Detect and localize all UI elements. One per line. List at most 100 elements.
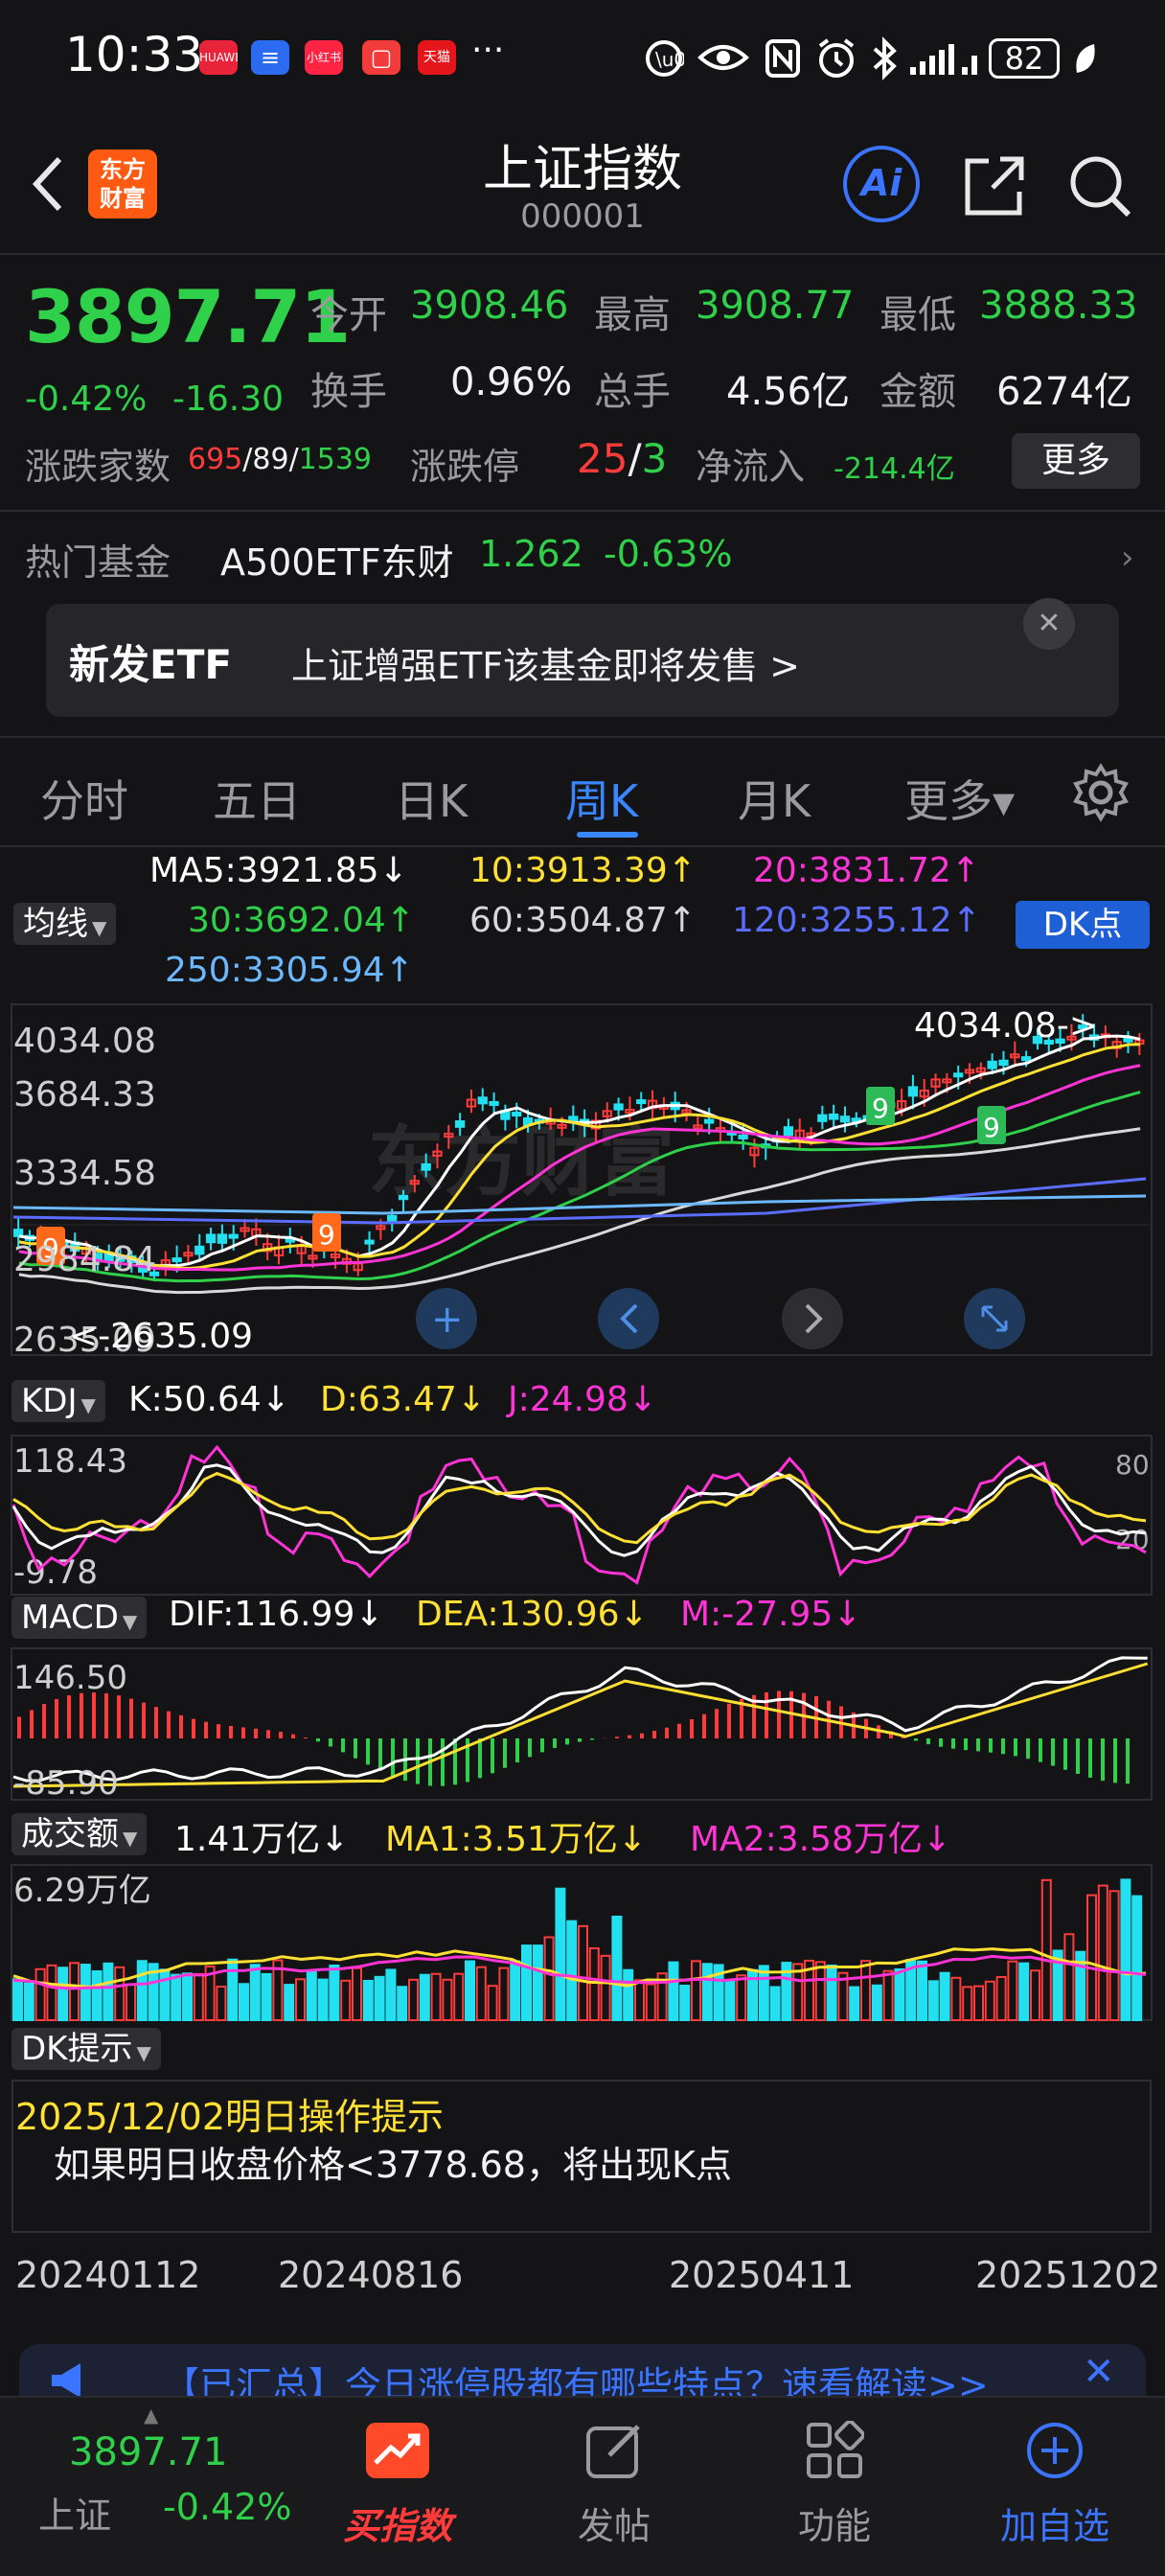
y-label-4: 2984.84 bbox=[13, 1240, 156, 1279]
volume-bar bbox=[1007, 1960, 1018, 2021]
y-label-2: 3684.33 bbox=[13, 1075, 156, 1115]
change-percent: -0.42% bbox=[25, 380, 148, 419]
tab-more[interactable]: 更多▾ bbox=[904, 767, 1015, 830]
scroll-left-button[interactable] bbox=[598, 1288, 659, 1349]
hot-fund-price: 1.262 bbox=[479, 533, 583, 575]
volume-bar bbox=[46, 1964, 57, 2021]
volume-bar bbox=[962, 1986, 973, 2021]
volume-bar bbox=[927, 1980, 939, 2021]
signal-marker-digit: 9 bbox=[983, 1112, 1000, 1143]
volume-bar bbox=[1086, 1894, 1097, 2022]
volume-bar bbox=[691, 1960, 701, 2021]
caret-down-icon: ▼ bbox=[136, 2041, 151, 2064]
close-icon[interactable]: ✕ bbox=[1083, 2350, 1115, 2394]
volume-bar bbox=[510, 1960, 521, 2022]
volume-bar bbox=[487, 1985, 498, 2021]
tab-timeshare[interactable]: 分时 bbox=[40, 767, 128, 830]
close-icon[interactable]: ✕ bbox=[1023, 598, 1075, 650]
volume-bar bbox=[453, 1972, 465, 2021]
edit-icon bbox=[586, 2425, 640, 2478]
volume-bar bbox=[532, 1944, 543, 2021]
volume-bar bbox=[917, 1960, 927, 2021]
ma-selector[interactable]: 均线 ▼ bbox=[13, 903, 117, 945]
volume-bar bbox=[871, 1984, 882, 2021]
breadth-flat: 89 bbox=[252, 443, 289, 476]
candle bbox=[421, 1162, 431, 1171]
tab-daily-k[interactable]: 日K bbox=[395, 767, 468, 830]
candle bbox=[738, 1134, 748, 1139]
bluetooth-icon bbox=[873, 36, 897, 80]
macd-y-top: 146.50 bbox=[13, 1659, 127, 1697]
volume-bar bbox=[284, 1984, 295, 2022]
low-value: 3888.33 bbox=[979, 284, 1138, 328]
kline-chart[interactable]: 东方财富 9999 4034.08 3684.33 3334.58 2984.8… bbox=[0, 997, 1165, 1361]
volume-bar bbox=[1131, 1895, 1143, 2021]
volume-bar bbox=[136, 1960, 148, 2021]
features-button[interactable]: 功能 bbox=[753, 2420, 916, 2549]
candle bbox=[387, 1214, 398, 1223]
hot-fund-name[interactable]: A500ETF东财 bbox=[220, 533, 454, 586]
status-bar: 10:33 HUAWEI ≡ 小红书 ▢ 天猫 ··· \u0034 82 bbox=[0, 0, 1165, 115]
scroll-right-button[interactable] bbox=[782, 1288, 843, 1349]
candle bbox=[817, 1114, 828, 1122]
kdj-selector[interactable]: KDJ ▼ bbox=[11, 1380, 105, 1422]
tab-monthly-k[interactable]: 月K bbox=[738, 767, 811, 830]
etf-promo-banner[interactable]: 新发ETF 上证增强ETF该基金即将发售 > bbox=[46, 604, 1119, 717]
volume-bar bbox=[860, 1960, 871, 2021]
share-icon[interactable] bbox=[958, 150, 1031, 222]
add-watchlist-button[interactable]: 加自选 bbox=[973, 2421, 1136, 2549]
volume-bar bbox=[261, 1972, 272, 2021]
volume-bar bbox=[668, 1961, 679, 2021]
red-app-icon: ▢ bbox=[362, 40, 400, 75]
low-marker: <-2635.09 bbox=[69, 1317, 253, 1356]
buy-index-button[interactable]: 买指数 bbox=[316, 2421, 479, 2549]
dk-point-button[interactable]: DK点 bbox=[1016, 901, 1150, 949]
logo-text-top: 东方 bbox=[100, 156, 146, 183]
volume-bar bbox=[114, 1966, 126, 2021]
kdj-j-legend: J:24.98↓ bbox=[508, 1380, 657, 1419]
volume-bar bbox=[826, 1964, 837, 2021]
bottom-index-name[interactable]: 上证 bbox=[38, 2486, 111, 2539]
breadth-up: 695 bbox=[188, 443, 243, 476]
features-label: 功能 bbox=[797, 2505, 871, 2547]
tab-five-day[interactable]: 五日 bbox=[213, 767, 301, 830]
volume-bar bbox=[374, 1975, 385, 2021]
macd-m-legend: M:-27.95↓ bbox=[680, 1595, 862, 1634]
volume-bar bbox=[442, 1978, 453, 2021]
bottom-price[interactable]: 3897.71 bbox=[69, 2430, 227, 2474]
volume-bar bbox=[555, 1887, 566, 2021]
macd-dif-legend: DIF:116.99↓ bbox=[169, 1595, 384, 1634]
volume-bar bbox=[882, 1969, 894, 2021]
blue-app-icon: ≡ bbox=[251, 40, 289, 75]
limit-values: 25/3 bbox=[577, 435, 668, 482]
volume-bar bbox=[352, 1966, 362, 2022]
gear-icon[interactable] bbox=[1071, 763, 1131, 822]
volume-bar bbox=[995, 1975, 1007, 2022]
volume-selector[interactable]: 成交额 ▼ bbox=[11, 1813, 148, 1855]
volume-bar bbox=[939, 1971, 950, 2021]
chevron-right-icon[interactable]: › bbox=[1121, 539, 1134, 577]
hot-fund-label: 热门基金 bbox=[25, 541, 171, 584]
macd-selector[interactable]: MACD ▼ bbox=[11, 1597, 148, 1639]
search-icon[interactable] bbox=[1063, 150, 1136, 222]
macd-selector-label: MACD bbox=[21, 1598, 119, 1637]
ai-button[interactable]: Ai bbox=[843, 146, 920, 222]
volume-bar bbox=[973, 1985, 984, 2021]
limit-up: 25 bbox=[577, 435, 628, 482]
status-time: 10:33 bbox=[65, 27, 204, 82]
kdj-y-top: 118.43 bbox=[13, 1442, 127, 1481]
volume-chart: 6.29万亿 bbox=[11, 1864, 1153, 2022]
more-button[interactable]: 更多 bbox=[1012, 433, 1140, 489]
volume-bar bbox=[1063, 1933, 1075, 2021]
post-button[interactable]: 发帖 bbox=[533, 2421, 696, 2549]
netflow-value: -214.4亿 bbox=[834, 452, 955, 486]
volume-bar bbox=[578, 1924, 588, 2021]
back-button[interactable] bbox=[23, 150, 71, 217]
dk-hint-selector[interactable]: DK提示 ▼ bbox=[11, 2028, 161, 2070]
volume-bar bbox=[769, 1986, 781, 2022]
volume-bar bbox=[69, 1962, 80, 2021]
nfc-icon bbox=[765, 39, 800, 78]
volume-bar bbox=[385, 1968, 397, 2021]
volume-bar bbox=[600, 1954, 611, 2021]
tab-weekly-k[interactable]: 周K bbox=[565, 767, 638, 830]
